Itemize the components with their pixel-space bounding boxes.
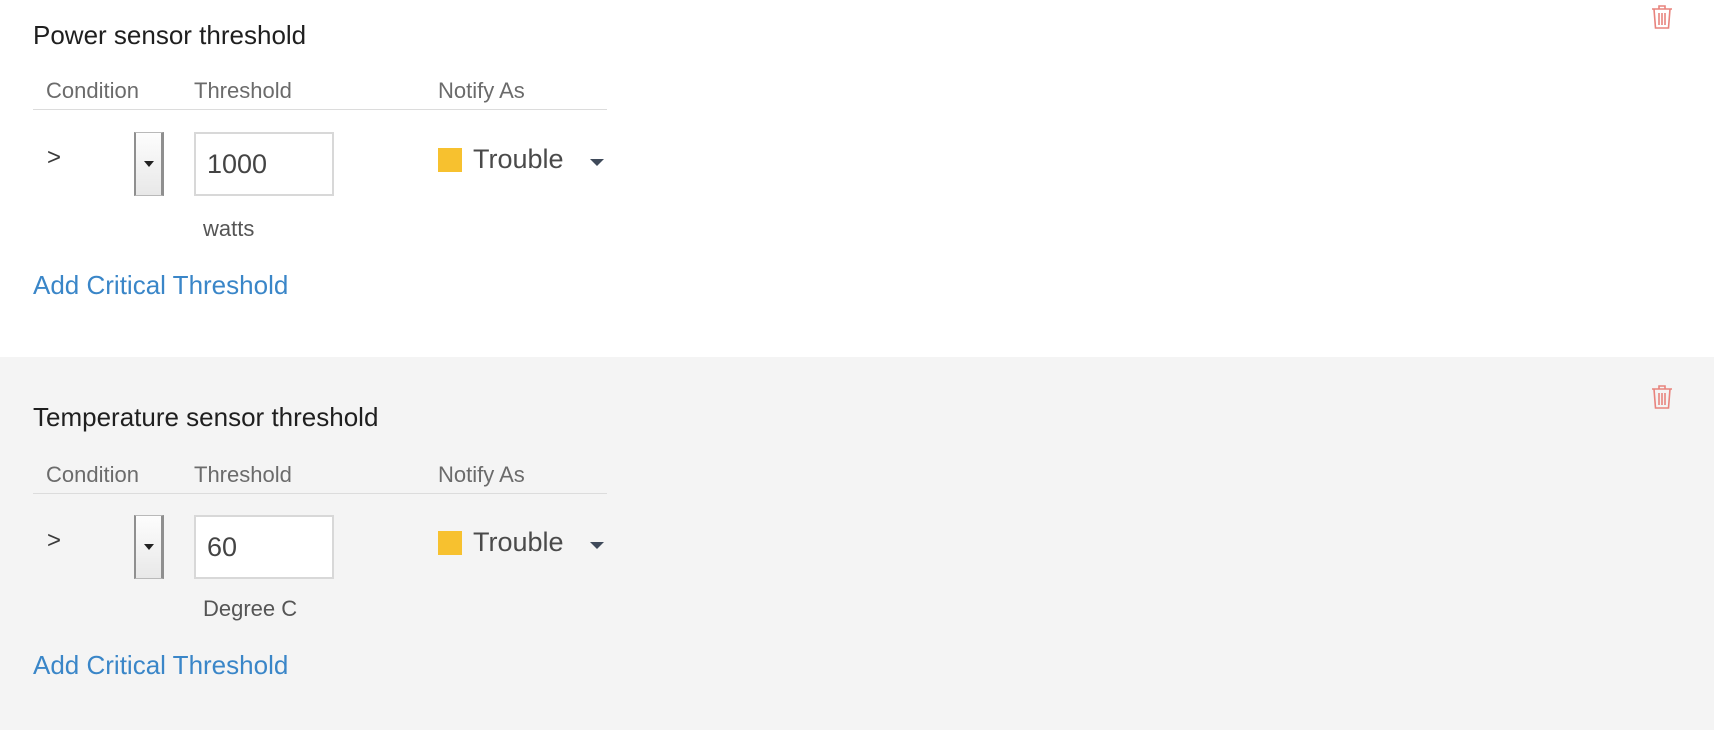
trouble-color-swatch <box>438 531 462 555</box>
threshold-input[interactable] <box>194 515 334 579</box>
power-sensor-section: Power sensor threshold Condition Thresho… <box>0 0 1714 357</box>
temperature-sensor-section: Temperature sensor threshold Condition T… <box>0 357 1714 730</box>
trash-icon[interactable] <box>1650 384 1674 410</box>
column-headers: Condition Threshold Notify As <box>33 72 607 110</box>
threshold-unit: watts <box>203 216 255 241</box>
notify-as-dropdown[interactable]: Trouble <box>438 140 608 180</box>
threshold-row: > Trouble <box>33 130 607 196</box>
add-critical-threshold-link[interactable]: Add Critical Threshold <box>33 270 288 301</box>
trash-icon[interactable] <box>1650 4 1674 30</box>
section-title: Power sensor threshold <box>33 20 307 50</box>
caret-down-icon <box>144 161 154 167</box>
caret-down-icon <box>144 544 154 550</box>
threshold-input[interactable] <box>194 132 334 196</box>
column-headers: Condition Threshold Notify As <box>33 456 607 494</box>
condition-dropdown-button[interactable] <box>134 515 164 579</box>
header-notify-as: Notify As <box>438 78 525 103</box>
condition-value: > <box>47 527 62 554</box>
chevron-down-icon <box>590 159 604 166</box>
threshold-unit: Degree C <box>203 596 298 621</box>
chevron-down-icon <box>590 542 604 549</box>
notify-as-dropdown[interactable]: Trouble <box>438 523 608 563</box>
section-title: Temperature sensor threshold <box>33 402 379 432</box>
notify-as-label: Trouble <box>473 527 564 557</box>
condition-value: > <box>47 144 62 171</box>
header-threshold: Threshold <box>194 462 292 487</box>
header-condition: Condition <box>46 462 139 487</box>
header-condition: Condition <box>46 78 139 103</box>
add-critical-threshold-link[interactable]: Add Critical Threshold <box>33 650 288 681</box>
threshold-row: > Trouble <box>33 513 607 579</box>
header-threshold: Threshold <box>194 78 292 103</box>
notify-as-label: Trouble <box>473 144 564 174</box>
trouble-color-swatch <box>438 148 462 172</box>
header-notify-as: Notify As <box>438 462 525 487</box>
condition-dropdown-button[interactable] <box>134 132 164 196</box>
